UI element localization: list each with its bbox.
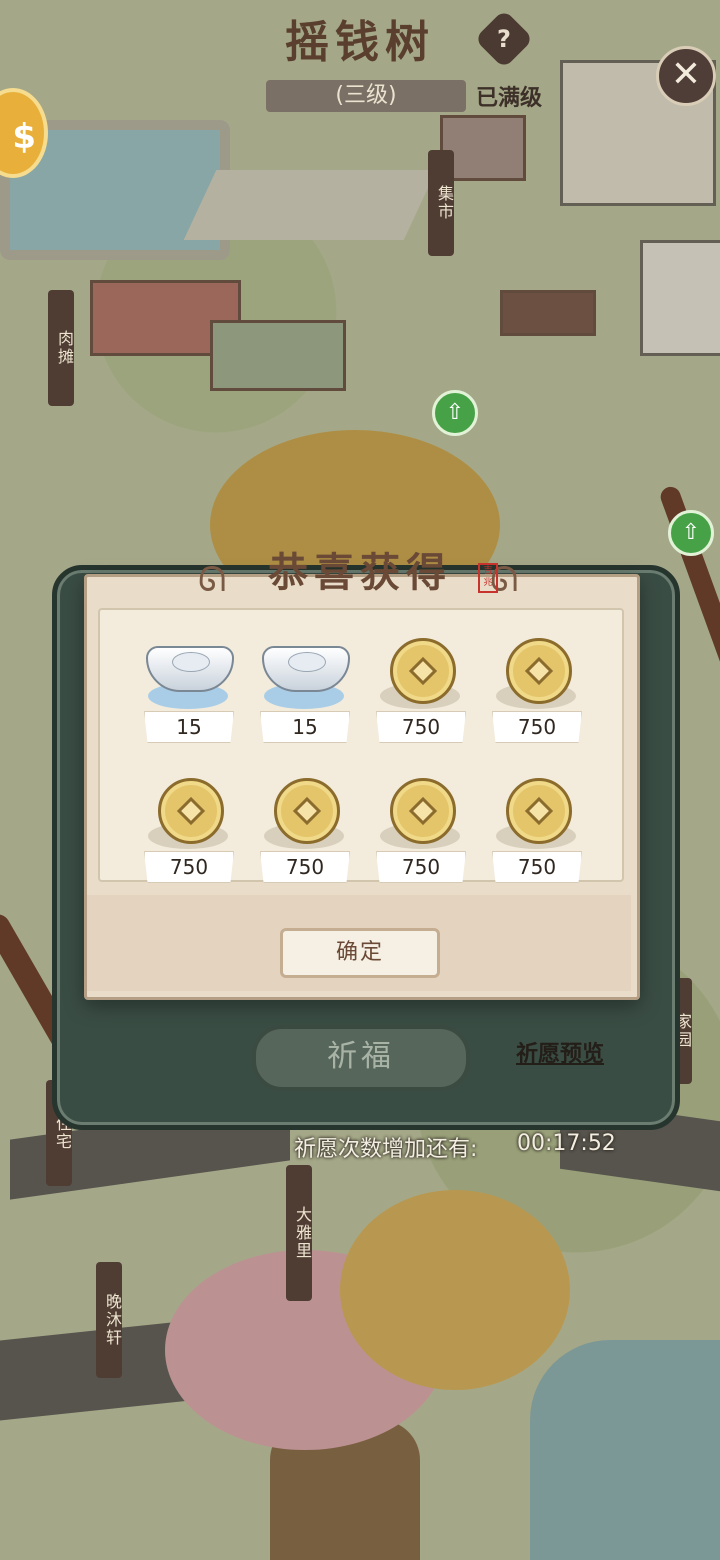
reward-amount: 750	[260, 851, 350, 883]
confirm-button[interactable]: 确定	[280, 928, 440, 978]
reward-amount: 750	[376, 711, 466, 743]
reward-amount: 750	[376, 851, 466, 883]
question-icon: ?	[497, 25, 511, 53]
copper-coin-icon	[390, 638, 456, 704]
wish-timer-label: 祈愿次数增加还有:	[294, 1137, 478, 1162]
map-sign-dayali[interactable]: 大雅里	[286, 1165, 312, 1301]
reward-item-silver-ingot[interactable]: 15	[254, 628, 354, 748]
reward-item-copper-coin[interactable]: 750	[486, 768, 586, 888]
silver-ingot-icon	[262, 646, 350, 692]
reward-amount: 15	[260, 711, 350, 743]
reward-item-copper-coin[interactable]: 750	[486, 628, 586, 748]
copper-coin-icon	[274, 778, 340, 844]
wish-preview-link[interactable]: 祈愿预览	[516, 1036, 604, 1068]
reward-item-copper-coin[interactable]: 750	[370, 628, 470, 748]
pray-button[interactable]: 祈福	[252, 1025, 470, 1091]
upgrade-arrow-icon[interactable]: ⇧	[432, 390, 478, 436]
copper-coin-icon	[506, 778, 572, 844]
reward-item-silver-ingot[interactable]: 15	[138, 628, 238, 748]
map-sign-wanmuxuan[interactable]: 晚沐轩	[96, 1262, 122, 1378]
reward-amount: 750	[492, 711, 582, 743]
level-status: 已满级	[476, 86, 543, 111]
reward-popup-title: 恭喜获得	[268, 549, 452, 596]
reward-item-copper-coin[interactable]: 750	[254, 768, 354, 888]
tree-level: (三级)	[266, 80, 466, 112]
silver-ingot-icon	[146, 646, 234, 692]
reward-item-copper-coin[interactable]: 750	[370, 768, 470, 888]
copper-coin-icon	[506, 638, 572, 704]
help-button[interactable]: ?	[474, 9, 534, 69]
reward-amount: 750	[492, 851, 582, 883]
reward-items-grid: 15 15 750 750 750 750 750 750	[98, 608, 624, 883]
copper-coin-icon	[158, 778, 224, 844]
copper-coin-icon	[390, 778, 456, 844]
page-title: 摇钱树	[285, 17, 435, 68]
map-sign-market[interactable]: 集市	[428, 150, 454, 256]
red-seal-stamp: 吉兆	[478, 563, 498, 593]
wish-timer-value: 00:17:52	[517, 1131, 616, 1156]
reward-amount: 15	[144, 711, 234, 743]
reward-amount: 750	[144, 851, 234, 883]
reward-item-copper-coin[interactable]: 750	[138, 768, 238, 888]
map-sign-butcher[interactable]: 肉摊	[48, 290, 74, 406]
close-button[interactable]: ✕	[656, 46, 716, 106]
